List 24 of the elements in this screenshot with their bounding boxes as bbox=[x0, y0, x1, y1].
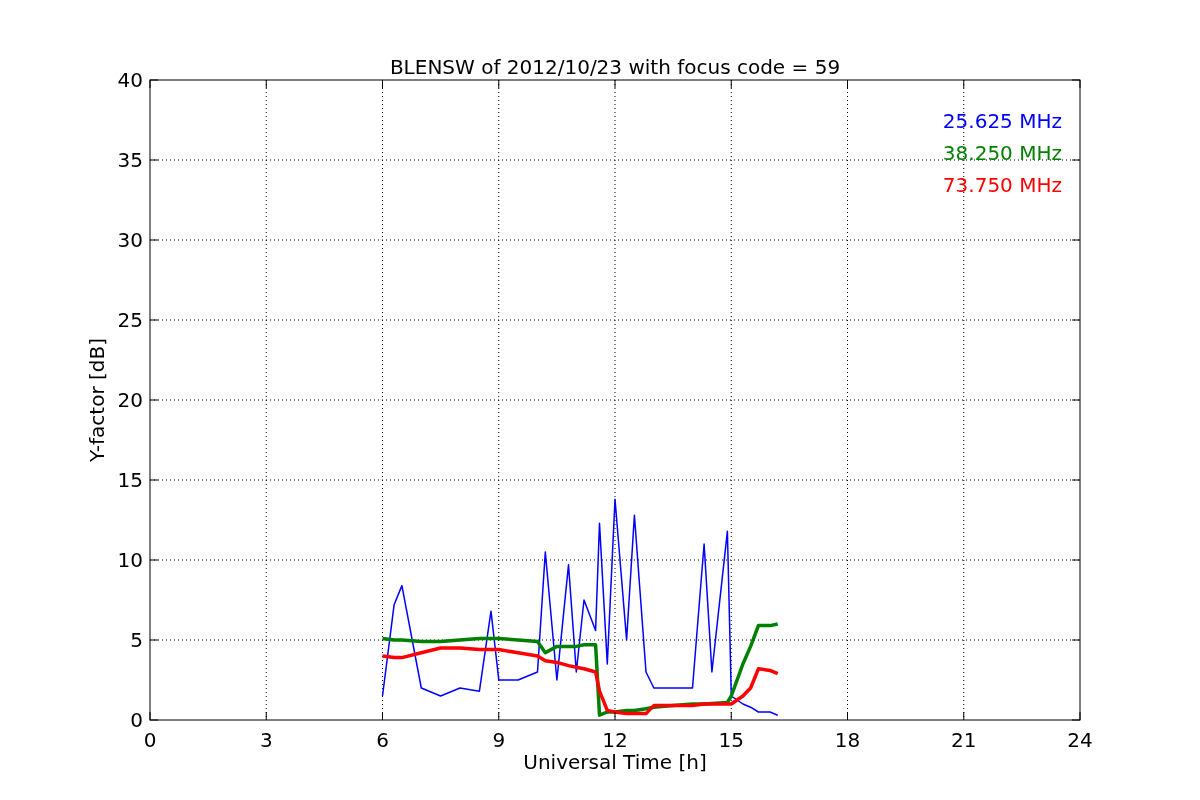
y-tick-label: 5 bbox=[130, 628, 143, 652]
legend-label: 73.750 MHz bbox=[942, 173, 1062, 197]
x-tick-label: 21 bbox=[951, 728, 977, 752]
x-tick-label: 24 bbox=[1067, 728, 1093, 752]
x-tick-label: 12 bbox=[602, 728, 628, 752]
x-axis-label: Universal Time [h] bbox=[523, 750, 707, 774]
legend-label: 25.625 MHz bbox=[942, 109, 1062, 133]
y-tick-label: 35 bbox=[117, 148, 143, 172]
y-tick-label: 30 bbox=[117, 228, 143, 252]
chart-title: BLENSW of 2012/10/23 with focus code = 59 bbox=[389, 55, 841, 79]
y-axis-label: Y-factor [dB] bbox=[85, 338, 109, 462]
y-tick-label: 15 bbox=[117, 468, 143, 492]
x-tick-label: 3 bbox=[259, 728, 273, 752]
legend-label: 38.250 MHz bbox=[942, 141, 1062, 165]
y-tick-label: 0 bbox=[130, 708, 143, 732]
y-tick-label: 20 bbox=[117, 388, 143, 412]
x-tick-label: 0 bbox=[143, 728, 157, 752]
y-tick-label: 25 bbox=[117, 308, 143, 332]
y-tick-label: 40 bbox=[117, 68, 143, 92]
x-tick-label: 9 bbox=[492, 728, 506, 752]
y-tick-label: 10 bbox=[117, 548, 143, 572]
x-tick-label: 6 bbox=[376, 728, 389, 752]
x-tick-label: 18 bbox=[834, 728, 861, 752]
x-tick-label: 15 bbox=[718, 728, 744, 752]
